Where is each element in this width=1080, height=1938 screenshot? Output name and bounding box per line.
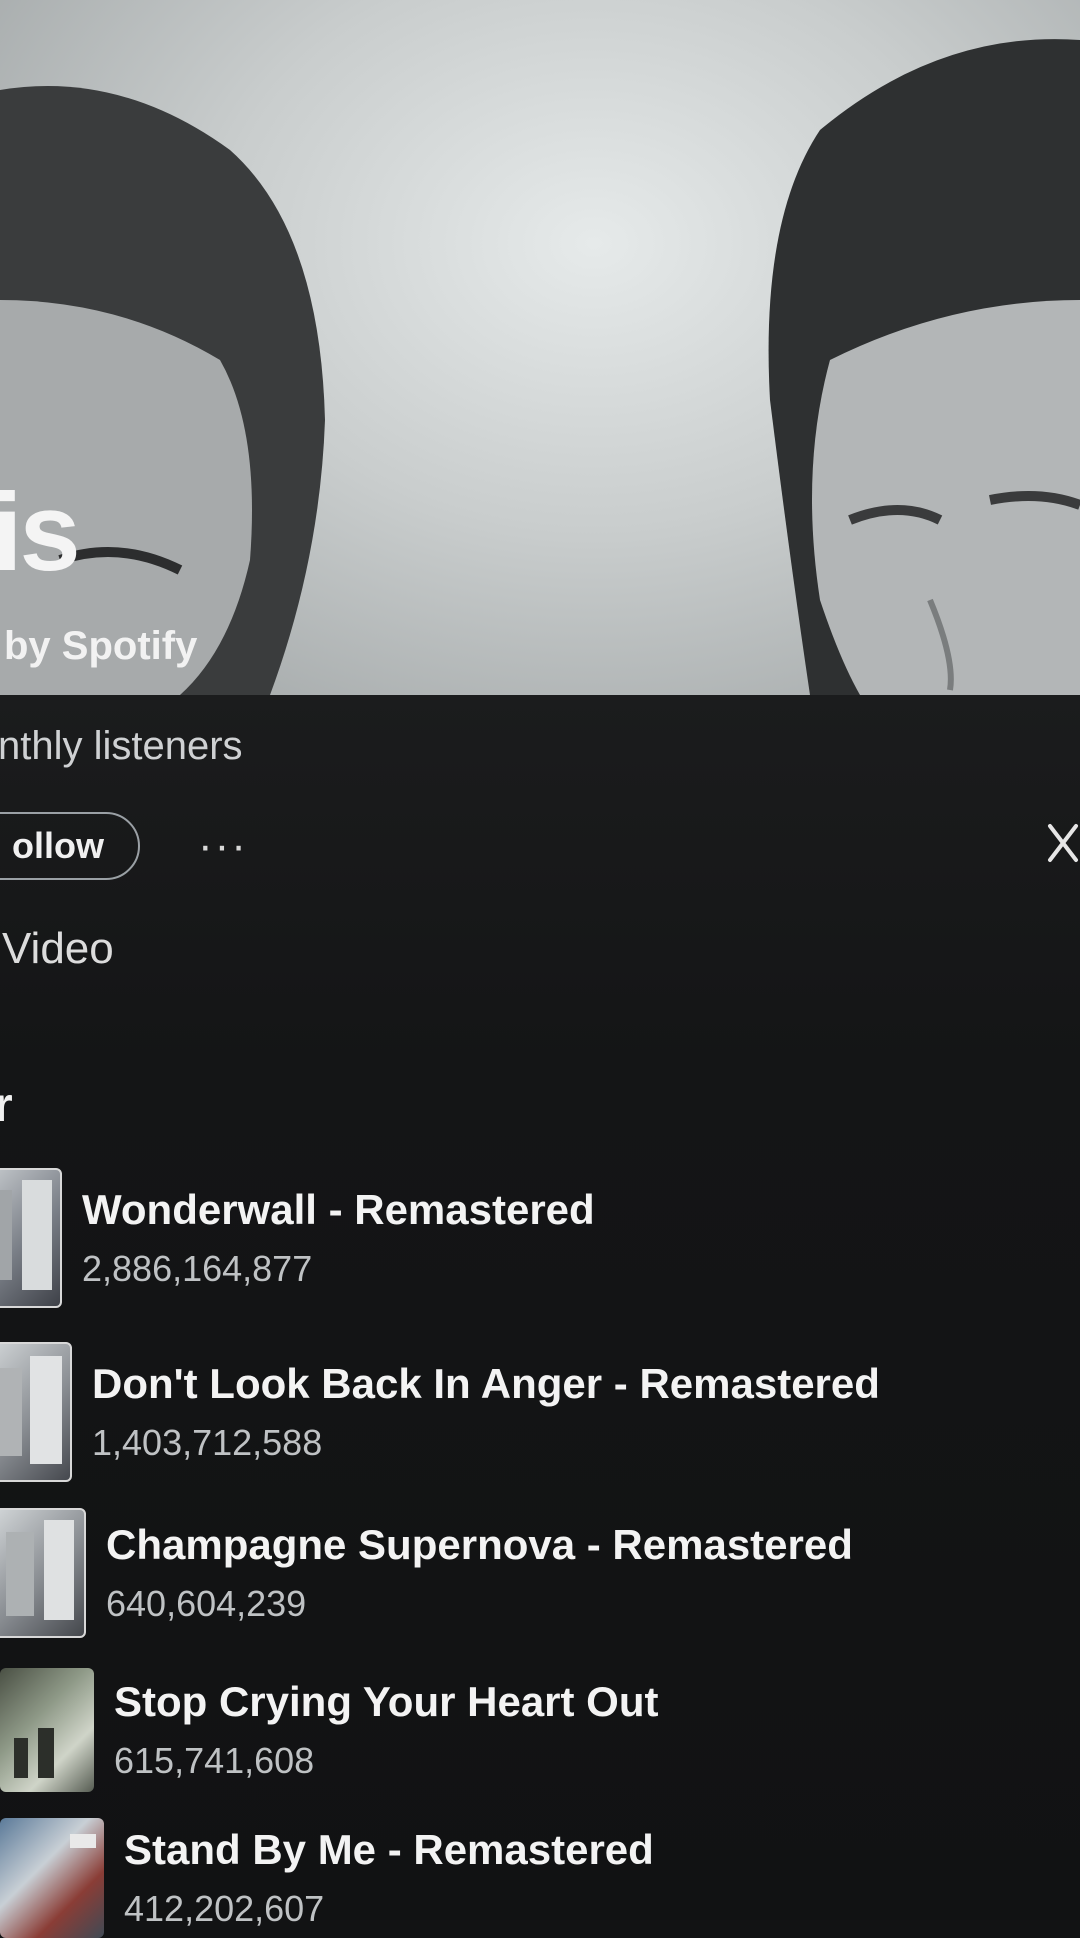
verified-label: by Spotify	[4, 624, 198, 668]
album-art	[0, 1342, 72, 1482]
track-row[interactable]: Stop Crying Your Heart Out 615,741,608	[0, 1668, 658, 1792]
track-play-count: 1,403,712,588	[92, 1422, 323, 1463]
more-horizontal-icon[interactable]: ···	[198, 824, 248, 868]
album-art	[0, 1668, 94, 1792]
track-row[interactable]: Don't Look Back In Anger - Remastered 1,…	[0, 1342, 880, 1482]
track-play-count: 640,604,239	[106, 1583, 307, 1624]
track-title: Stop Crying Your Heart Out	[114, 1678, 659, 1725]
album-art	[0, 1168, 62, 1308]
artist-name: is	[0, 471, 81, 594]
track-row[interactable]: Stand By Me - Remastered 412,202,607	[0, 1818, 654, 1938]
follow-button[interactable]: ollow	[0, 812, 140, 880]
track-play-count: 2,886,164,877	[82, 1248, 313, 1289]
tab-video[interactable]: Video	[2, 924, 114, 974]
track-title: Stand By Me - Remastered	[124, 1826, 654, 1873]
album-art	[0, 1508, 86, 1638]
album-art	[0, 1818, 104, 1938]
monthly-listeners: nthly listeners	[0, 724, 243, 768]
track-title: Wonderwall - Remastered	[82, 1186, 595, 1233]
track-play-count: 615,741,608	[114, 1740, 315, 1781]
track-row[interactable]: Wonderwall - Remastered 2,886,164,877	[0, 1168, 595, 1308]
track-row[interactable]: Champagne Supernova - Remastered 640,604…	[0, 1508, 853, 1638]
track-title: Don't Look Back In Anger - Remastered	[92, 1360, 880, 1407]
artist-hero-image	[0, 0, 1080, 695]
track-title: Champagne Supernova - Remastered	[106, 1521, 853, 1568]
section-heading: r	[0, 1079, 13, 1132]
track-play-count: 412,202,607	[124, 1888, 325, 1929]
close-icon[interactable]	[1046, 820, 1080, 866]
